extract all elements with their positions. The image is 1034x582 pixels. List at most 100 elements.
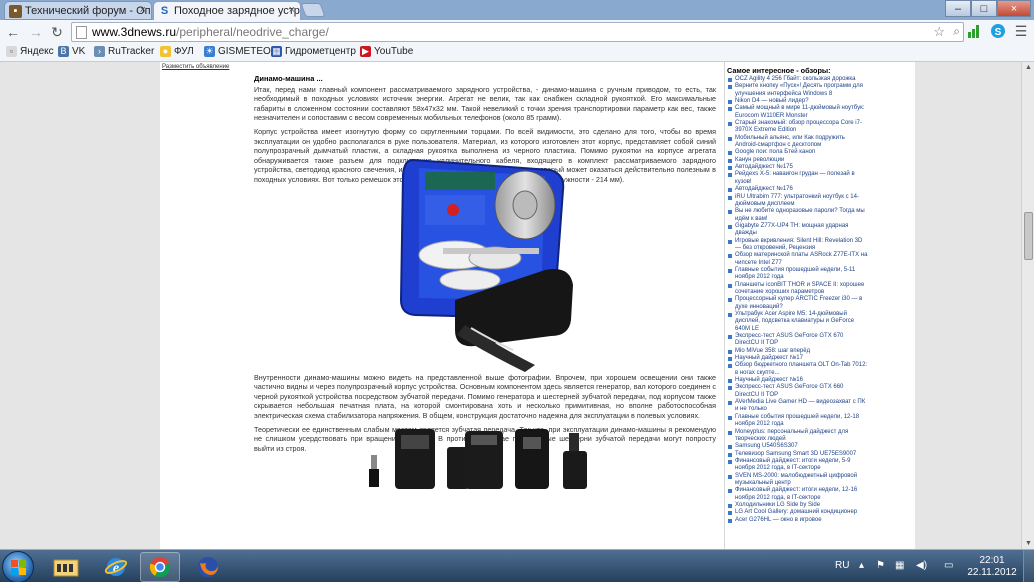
tab-forum[interactable]: ▪ Технический форум - Оп × <box>4 1 152 20</box>
page-icon <box>76 26 87 39</box>
tab-label: Походное зарядное устр <box>174 5 300 17</box>
sidebar-link[interactable]: Игровые вкривления: Silent Hill: Revelat… <box>727 238 869 253</box>
sidebar-link[interactable]: Mio MiVue 358: шаг вперёд <box>727 348 869 355</box>
sidebar-link[interactable]: LG Art Cool Gallery: домашний кондиционе… <box>727 509 869 516</box>
clock[interactable]: 22:01 22.11.2012 <box>964 555 1020 579</box>
bookmark-ful[interactable]: ● ФУЛ <box>160 46 194 57</box>
sidebar-link[interactable]: Самый мощный в мире 11-дюймовый ноутбук:… <box>727 105 869 120</box>
sidebar-link[interactable]: Moneyplus: персональный дайджест для тво… <box>727 429 869 444</box>
sidebar-link[interactable]: Старый знакомый: обзор процессора Core i… <box>727 120 869 135</box>
start-button[interactable] <box>2 551 34 582</box>
windows-taskbar: e RU ▴ ⚑ ▦ ◀) ▭ 22:01 22.11.2012 <box>0 549 1034 582</box>
network-icon[interactable]: ▦ <box>895 560 904 571</box>
dynamo-internals-photo[interactable] <box>395 150 577 375</box>
sidebar-link[interactable]: AVerMedia Live Gamer HD — видеозахват с … <box>727 399 869 414</box>
sidebar-link[interactable]: Планшеты iconBIT THOR и SPACE II: хороше… <box>727 282 869 297</box>
sidebar-link[interactable]: Верните кнопку «Пуск»! Десять программ д… <box>727 83 869 98</box>
sidebar-link[interactable]: Экспресс-тест ASUS GeForce GTX 670 Direc… <box>727 333 869 348</box>
sidebar-link[interactable]: iRU Ultrabim 777: ультратонкий ноутбук с… <box>727 194 869 209</box>
taskbar-chrome[interactable] <box>140 552 180 582</box>
sidebar-link[interactable]: Acer G276HL — окно в игровое <box>727 517 869 524</box>
maximize-button[interactable]: □ <box>971 0 997 17</box>
sidebar-link[interactable]: Вы не любите одноразовые пароли? Тогда м… <box>727 208 869 223</box>
bookmark-hydromet[interactable]: ▦ Гидрометцентр <box>271 46 356 57</box>
address-bar[interactable]: www.3dnews.ru/peripheral/neodrive_charge… <box>71 22 964 42</box>
page-background-right <box>915 62 1021 549</box>
close-window-button[interactable]: × <box>997 0 1031 17</box>
windows-flag-icon <box>11 560 26 575</box>
forward-button[interactable]: → <box>27 23 45 41</box>
scrollbar-thumb[interactable] <box>1024 212 1033 260</box>
bookmark-youtube[interactable]: ▶ YouTube <box>360 46 413 57</box>
sidebar-link[interactable]: Научный дайджест №17 <box>727 355 869 362</box>
sidebar-link[interactable]: Мобильный альянс, или Как подружить Andr… <box>727 135 869 150</box>
back-button[interactable]: ← <box>4 23 22 41</box>
tab-3dnews[interactable]: S Походное зарядное устр × <box>153 1 301 20</box>
sidebar-link[interactable]: Финансовый дайджест: итоги недели, 12-16… <box>727 487 869 502</box>
ie-icon: e <box>104 558 128 576</box>
firefox-icon <box>198 557 218 577</box>
sidebar-link[interactable]: Телевизор Samsung Smart 3D UE75ES9007 <box>727 451 869 458</box>
sidebar-link[interactable]: Ультрабук Acer Aspire M5: 14-дюймовый ди… <box>727 311 869 333</box>
bookmark-gismeteo[interactable]: ☀ GISMETEO <box>204 46 271 57</box>
wrench-menu-icon[interactable]: ☰ <box>1013 23 1029 39</box>
language-indicator[interactable]: RU <box>835 560 849 571</box>
sidebar-list: OCZ Agility 4 256 Гбайт: скользкая дорож… <box>727 76 869 524</box>
sidebar-link[interactable]: OCZ Agility 4 256 Гбайт: скользкая дорож… <box>727 76 869 83</box>
volume-icon[interactable]: ◀) <box>916 560 927 571</box>
skype-icon[interactable]: S <box>990 23 1006 39</box>
sidebar-link[interactable]: Финансовый дайджест: итоги недели, 5-9 н… <box>727 458 869 473</box>
adapters-photo[interactable] <box>367 425 603 489</box>
sidebar-title: Самое интересное - обзоры: <box>727 66 831 75</box>
yandex-icon: ▫ <box>6 46 17 57</box>
page-scrollbar[interactable]: ▲ ▼ <box>1021 62 1034 549</box>
close-icon[interactable]: × <box>140 4 146 16</box>
clock-date: 22.11.2012 <box>967 567 1017 578</box>
sidebar-link[interactable]: Научный дайджест №16 <box>727 377 869 384</box>
close-icon[interactable]: × <box>289 4 295 16</box>
sidebar-link[interactable]: Обзор бюджетного планшета OLT On-Tab 701… <box>727 362 869 377</box>
left-column <box>160 62 250 549</box>
place-ad-link[interactable]: Разместить объявление <box>162 64 229 70</box>
bookmark-vk[interactable]: B VK <box>58 46 85 57</box>
bulb-icon: ● <box>160 46 171 57</box>
clock-time: 22:01 <box>979 555 1005 566</box>
tray-arrow-icon[interactable]: ▴ <box>859 560 864 571</box>
sidebar-link[interactable]: Автодайджест №176 <box>727 186 869 193</box>
sidebar-link[interactable]: SVEN MS-2000: малобюджетный цифровой муз… <box>727 473 869 488</box>
magnifier-icon[interactable]: ⌕ <box>953 24 960 39</box>
windows-explorer-icon <box>53 559 79 577</box>
new-tab-button[interactable] <box>300 3 326 17</box>
sidebar-link[interactable]: Samsung U540S6S307 <box>727 443 869 450</box>
minimize-button[interactable]: – <box>945 0 971 17</box>
reload-button[interactable]: ↻ <box>48 23 66 41</box>
hydromet-icon: ▦ <box>271 46 282 57</box>
taskbar-firefox[interactable] <box>188 552 228 582</box>
sidebar-link[interactable]: Экспресс-тест ASUS GeForce GTX 660 Direc… <box>727 384 869 399</box>
bookmark-rutracker[interactable]: › RuTracker <box>94 46 154 57</box>
sidebar-link[interactable]: Gigabyte Z77X-UP4 TH: мощная ударная два… <box>727 223 869 238</box>
bookmarks-bar: ▫ Яндекс B VK › RuTracker ● ФУЛ ☀ GISMET… <box>0 44 1034 62</box>
bookmark-yandex[interactable]: ▫ Яндекс <box>6 46 54 57</box>
sidebar-link[interactable]: Главные события прошедшей недели, 5-11 н… <box>727 267 869 282</box>
flag-icon[interactable]: ⚑ <box>876 560 885 571</box>
taskbar-explorer[interactable] <box>46 552 86 582</box>
sidebar-link[interactable]: Google пои: пола Бтей каноп <box>727 149 869 156</box>
sidebar-link[interactable]: Главные события прошедшей недели, 12-18 … <box>727 414 869 429</box>
sidebar-link[interactable]: Рейдеxs X-5: наваигон грудан — полезай в… <box>727 171 869 186</box>
bookmark-label: Яндекс <box>20 46 54 57</box>
taskbar-ie[interactable]: e <box>96 552 136 582</box>
signal-bars-icon[interactable] <box>966 23 982 39</box>
scroll-down-icon[interactable]: ▼ <box>1024 539 1033 548</box>
battery-icon[interactable]: ▭ <box>944 560 953 571</box>
3dnews-icon: S <box>160 5 169 17</box>
scroll-up-icon[interactable]: ▲ <box>1024 63 1033 72</box>
chrome-icon <box>149 557 171 578</box>
sidebar-link[interactable]: Процессорный кулер ARCTIC Freezer i30 — … <box>727 296 869 311</box>
sidebar-link[interactable]: Обзор материнской платы ASRock Z77E-ITX … <box>727 252 869 267</box>
rutracker-icon: › <box>94 46 105 57</box>
bookmark-label: GISMETEO <box>218 46 271 57</box>
show-desktop-button[interactable] <box>1023 550 1034 582</box>
url-domain: www.3dnews.ru <box>92 25 177 39</box>
bookmark-star-icon[interactable]: ☆ <box>933 24 945 40</box>
